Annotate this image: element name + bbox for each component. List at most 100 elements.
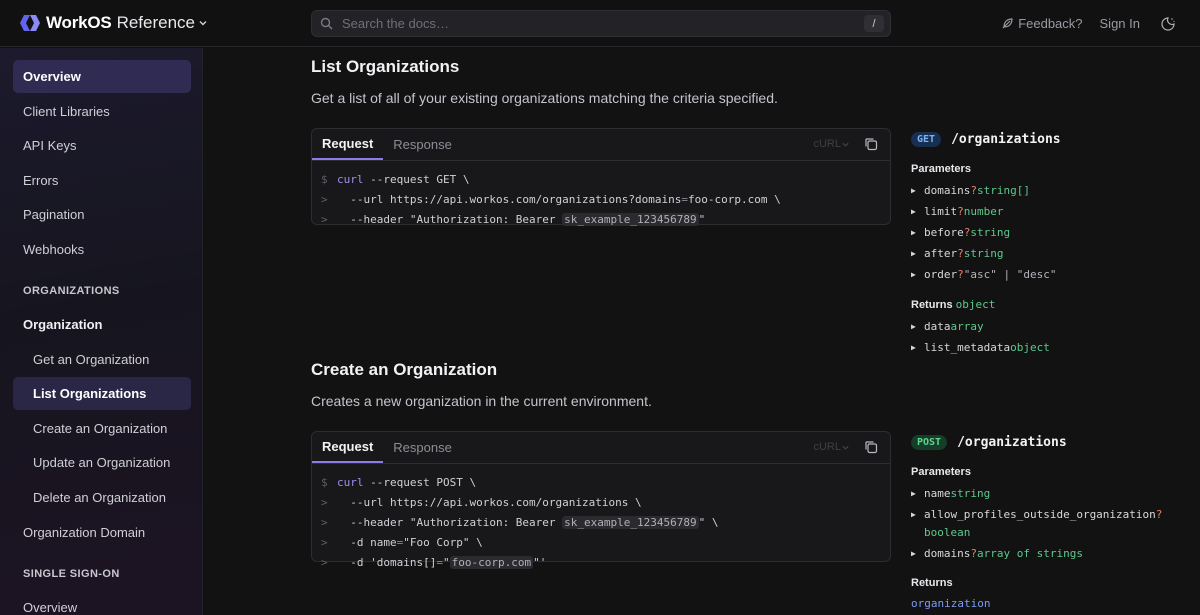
sidebar-item-errors[interactable]: Errors — [13, 164, 191, 197]
code-line: > -d 'domains[] = " foo-corp.com "' — [321, 552, 890, 572]
sidebar-item-list-organizations[interactable]: List Organizations — [13, 377, 191, 410]
param-name[interactable]: ▶ name string — [911, 487, 990, 500]
returns-label: Returns object — [911, 298, 995, 311]
param-type: string[] — [976, 184, 1030, 197]
parameters-label: Parameters — [911, 163, 971, 175]
param-order[interactable]: ▶ order? "asc" | "desc" — [911, 268, 1056, 281]
create-organization-code-card: Request Response cURL $ curl --request P… — [311, 431, 891, 569]
tab-request[interactable]: Request — [312, 432, 384, 463]
code-text: --header "Authorization: Bearer — [337, 212, 563, 226]
code-tabs: Request Response cURL — [312, 432, 890, 464]
sidebar-item-webhooks[interactable]: Webhooks — [13, 233, 191, 266]
code-text: foo-corp.com \ — [688, 192, 781, 206]
param-before[interactable]: ▶ before? string — [911, 226, 1010, 239]
expand-triangle-icon: ▶ — [911, 322, 916, 331]
return-type: object — [1010, 341, 1050, 354]
code-prompt: > — [321, 495, 328, 509]
api-key-highlight: sk_example_123456789 — [562, 515, 699, 529]
param-optional-mark: ? — [957, 205, 964, 218]
copy-icon[interactable] — [864, 137, 878, 151]
theme-toggle-icon[interactable] — [1160, 16, 1176, 32]
expand-triangle-icon: ▶ — [911, 207, 916, 216]
code-text: " \ — [698, 515, 719, 529]
param-name-label: name — [924, 487, 951, 500]
code-prompt: > — [321, 212, 328, 226]
sidebar-item-api-keys[interactable]: API Keys — [13, 129, 191, 162]
list-organizations-title: List Organizations — [311, 57, 460, 76]
tab-request[interactable]: Request — [312, 129, 384, 160]
code-text: " — [698, 212, 706, 226]
sidebar-item-overview[interactable]: Overview — [13, 60, 191, 93]
sidebar-section-sso: SINGLE SIGN-ON — [23, 568, 120, 580]
param-type: boolean — [924, 526, 971, 539]
chevron-down-icon — [199, 21, 207, 26]
code-prompt: > — [321, 555, 328, 569]
param-name: domains — [924, 184, 971, 197]
parameters-label: Parameters — [911, 466, 971, 478]
param-after[interactable]: ▶ after? string — [911, 247, 1004, 260]
tab-response[interactable]: Response — [383, 129, 462, 160]
search-input[interactable] — [342, 16, 842, 31]
param-type: string — [950, 487, 991, 500]
logo-text: WorkOS — [46, 13, 112, 32]
code-text: "Foo Corp" \ — [403, 535, 483, 549]
param-type: number — [963, 205, 1004, 218]
tab-response[interactable]: Response — [383, 432, 462, 463]
sidebar-nav: Overview Client Libraries API Keys Error… — [0, 48, 203, 615]
code-punctuation: = — [396, 535, 404, 549]
code-text: -d name — [337, 535, 397, 549]
language-select[interactable]: cURL — [813, 138, 850, 150]
sign-in-link[interactable]: Sign In — [1100, 16, 1140, 31]
param-domains[interactable]: ▶ domains? string[] — [911, 184, 1030, 197]
code-text: --header "Authorization: Bearer — [337, 515, 563, 529]
code-line: $ curl --request GET \ — [321, 169, 890, 189]
feedback-label: Feedback? — [1018, 16, 1083, 31]
param-optional-mark: ? — [970, 184, 977, 197]
expand-triangle-icon: ▶ — [911, 270, 916, 279]
copy-icon[interactable] — [864, 440, 878, 454]
code-prompt: > — [321, 535, 328, 549]
feedback-button[interactable]: Feedback? — [1001, 16, 1083, 31]
sidebar-item-get-organization[interactable]: Get an Organization — [13, 343, 191, 376]
list-endpoint: GET /organizations — [911, 132, 1061, 147]
return-data[interactable]: ▶ data array — [911, 320, 984, 333]
language-select[interactable]: cURL — [813, 441, 850, 453]
search-shortcut-badge: / — [864, 15, 884, 32]
param-domains[interactable]: ▶ domains? array of strings — [911, 547, 1083, 560]
expand-triangle-icon: ▶ — [911, 510, 916, 519]
workos-logo-icon — [20, 15, 40, 31]
code-block: $ curl --request GET \ > --url https://a… — [312, 161, 890, 229]
workos-logo-link[interactable]: WorkOS Reference — [20, 13, 310, 33]
sidebar-item-sso-overview[interactable]: Overview — [13, 591, 191, 615]
chevron-down-icon — [842, 445, 849, 450]
sidebar-group-organization[interactable]: Organization — [13, 308, 191, 341]
return-list-metadata[interactable]: ▶ list_metadata object — [911, 341, 1050, 354]
expand-triangle-icon: ▶ — [911, 228, 916, 237]
sidebar-item-organization-domain[interactable]: Organization Domain — [13, 516, 191, 549]
code-text: --url https://api.workos.com/organizatio… — [337, 192, 682, 206]
code-prompt: > — [321, 515, 328, 529]
param-allow-profiles[interactable]: ▶ allow_profiles_outside_organization? — [911, 508, 1162, 521]
sidebar-item-create-organization[interactable]: Create an Organization — [13, 412, 191, 445]
returns-label: Returns — [911, 577, 953, 589]
returns-type[interactable]: organization — [911, 597, 990, 610]
sidebar-item-delete-organization[interactable]: Delete an Organization — [13, 481, 191, 514]
expand-triangle-icon: ▶ — [911, 186, 916, 195]
param-name: after — [924, 247, 958, 260]
search-box[interactable]: / — [311, 10, 891, 37]
sidebar-item-client-libraries[interactable]: Client Libraries — [13, 95, 191, 128]
sidebar-item-pagination[interactable]: Pagination — [13, 198, 191, 231]
code-text: --request POST \ — [363, 475, 477, 489]
param-type: string — [970, 226, 1011, 239]
domain-highlight: foo-corp.com — [449, 555, 534, 569]
header-actions: Feedback? Sign In — [1001, 0, 1176, 47]
code-line: $ curl --request POST \ — [321, 472, 890, 492]
create-endpoint: POST /organizations — [911, 435, 1067, 450]
code-line: > -d name = "Foo Corp" \ — [321, 532, 890, 552]
param-name: before — [924, 226, 964, 239]
returns-type-link[interactable]: organization — [911, 597, 990, 610]
code-text: --url https://api.workos.com/organizatio… — [337, 495, 642, 509]
param-limit[interactable]: ▶ limit? number — [911, 205, 1004, 218]
return-name: data — [924, 320, 951, 333]
sidebar-item-update-organization[interactable]: Update an Organization — [13, 446, 191, 479]
